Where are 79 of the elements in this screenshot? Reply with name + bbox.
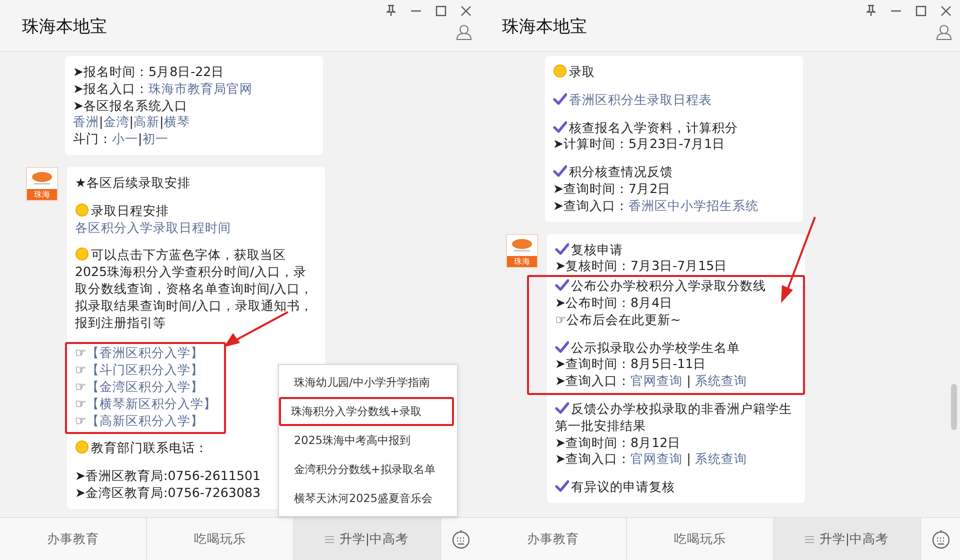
keyboard-icon[interactable] xyxy=(930,529,950,549)
link[interactable]: 各区积分入学录取日程时间 xyxy=(75,220,231,235)
link[interactable]: 系统查询 xyxy=(694,451,747,466)
maximize-icon[interactable] xyxy=(435,4,447,16)
menu-icon xyxy=(325,534,334,544)
menu-tab[interactable]: 升学|中高考 xyxy=(294,518,441,560)
link[interactable]: 系统查询 xyxy=(694,373,747,388)
message-text: ☞【金湾区积分入学】 xyxy=(75,378,204,394)
link[interactable]: 横琴 xyxy=(164,114,190,130)
link[interactable]: 香洲区中小学招生系统 xyxy=(628,198,759,213)
close-icon[interactable] xyxy=(940,4,952,16)
avatar-label: 珠海 xyxy=(27,188,57,200)
link[interactable]: 官网查询 xyxy=(630,451,683,466)
link[interactable]: 金湾 xyxy=(103,114,130,130)
message-text: ➤查询时间：7月2日 xyxy=(553,180,671,196)
message-text: ➤计算时间：5月23日-7月1日 xyxy=(553,136,726,152)
message-text: ➤查询时间：8月5日-11日 xyxy=(555,356,706,372)
close-icon[interactable] xyxy=(460,4,472,16)
menu-icon xyxy=(805,534,814,544)
link[interactable]: 珠海市教育局官网 xyxy=(148,80,253,96)
message-text: ➤报名入口：珠海市教育局官网 xyxy=(73,80,253,96)
pin-icon[interactable] xyxy=(385,4,397,17)
link[interactable]: 初一 xyxy=(142,131,168,146)
message-text: ➤查询入口：香洲区中小学招生系统 xyxy=(553,198,759,213)
message-text: ➤查询时间：8月12日 xyxy=(555,434,681,450)
menu-item[interactable]: 2025珠海中考高中报到 xyxy=(282,426,454,455)
message-text: ☞【斗门区积分入学】 xyxy=(75,362,204,378)
message-text: ☞公布后会在此更新~ xyxy=(555,312,681,327)
link[interactable]: 香洲 xyxy=(73,114,99,130)
avatar-label: 珠海 xyxy=(507,256,537,267)
menu-item[interactable]: 金湾积分分数线+拟录取名单 xyxy=(282,455,454,484)
link[interactable]: 【金湾区积分入学】 xyxy=(86,378,204,394)
message-text: 积分核查情况反馈 xyxy=(569,164,673,180)
window-title: 珠海本地宝 xyxy=(501,16,587,38)
message-text: 公示拟录取公办学校学生名单 xyxy=(571,340,740,355)
maximize-icon[interactable] xyxy=(915,4,927,16)
message-text: ➤金湾区教育局:0756-7263083 xyxy=(75,484,260,500)
user-icon[interactable] xyxy=(456,24,472,41)
message-text: 复核申请 xyxy=(571,242,623,257)
message-text: ☞【横琴新区积分入学】 xyxy=(75,396,216,411)
message-text: ➤查询入口：官网查询 | 系统查询 xyxy=(555,451,747,466)
menu-tab[interactable]: 升学|中高考 xyxy=(774,518,921,560)
link[interactable]: 高新 xyxy=(134,114,160,130)
scrollbar-thumb[interactable] xyxy=(951,384,957,430)
message-text: 核查报名入学资料，计算积分 xyxy=(569,120,738,135)
link[interactable]: 官网查询 xyxy=(630,373,683,388)
message-text: ➤香洲区教育局:0756-2611501 xyxy=(75,468,260,484)
message-text: ➤查询入口：官网查询 | 系统查询 xyxy=(555,373,747,388)
link[interactable]: 【横琴新区积分入学】 xyxy=(86,396,216,411)
logo-icon xyxy=(511,238,533,253)
message-text: 公布公办学校积分入学录取分数线 xyxy=(571,278,766,294)
link[interactable]: 【斗门区积分入学】 xyxy=(86,362,204,378)
message-text: ➤复核时间：7月3日-7月15日 xyxy=(555,258,728,274)
message-text: ★各区后续录取安排 xyxy=(75,174,190,190)
pin-icon[interactable] xyxy=(865,4,877,17)
message-text: 教育部门联系电话： xyxy=(91,440,208,456)
link[interactable]: 【香洲区积分入学】 xyxy=(86,345,204,360)
link[interactable]: 香洲区积分生录取日程表 xyxy=(569,92,712,107)
message-text: ☞【香洲区积分入学】 xyxy=(75,345,204,360)
message-text: 录取 xyxy=(569,64,595,79)
message-text: ➤各区报名系统入口 xyxy=(73,98,188,113)
message-text: 斗门：小一|初一 xyxy=(73,131,168,146)
link[interactable]: 小一 xyxy=(112,131,138,146)
logo-icon xyxy=(31,170,53,186)
message-text: 录取日程安排 xyxy=(91,202,169,218)
link[interactable]: 【高新区积分入学】 xyxy=(86,412,204,428)
message-text: ➤报名时间：5月8日-22日 xyxy=(73,64,224,79)
menu-item[interactable]: 横琴天沐河2025盛夏音乐会 xyxy=(282,484,454,513)
message-text: 可以点击下方蓝色字体，获取当区2025珠海积分入学查积分时间/入口，录取分数线查询，资格名单查询时间/入口，拟录取结果查询时间/入口，录取通知书，报到注册指引等 xyxy=(75,247,314,330)
message-text: ☞【高新区积分入学】 xyxy=(75,412,204,428)
keyboard-icon[interactable] xyxy=(450,529,470,549)
menu-item[interactable]: 珠海幼儿园/中小学升学指南 xyxy=(282,368,454,397)
message-text: 香洲|金湾|高新|横琴 xyxy=(73,114,190,130)
message-text: 反馈公办学校拟录取的非香洲户籍学生第一批安排结果 xyxy=(555,400,792,433)
message-text: 有异议的申请复核 xyxy=(571,479,675,494)
message-text: ➤公布时间：8月4日 xyxy=(555,294,673,310)
user-icon[interactable] xyxy=(936,24,952,41)
menu-item[interactable]: 珠海积分入学分数线+录取 xyxy=(279,397,454,426)
window-title: 珠海本地宝 xyxy=(21,16,107,38)
